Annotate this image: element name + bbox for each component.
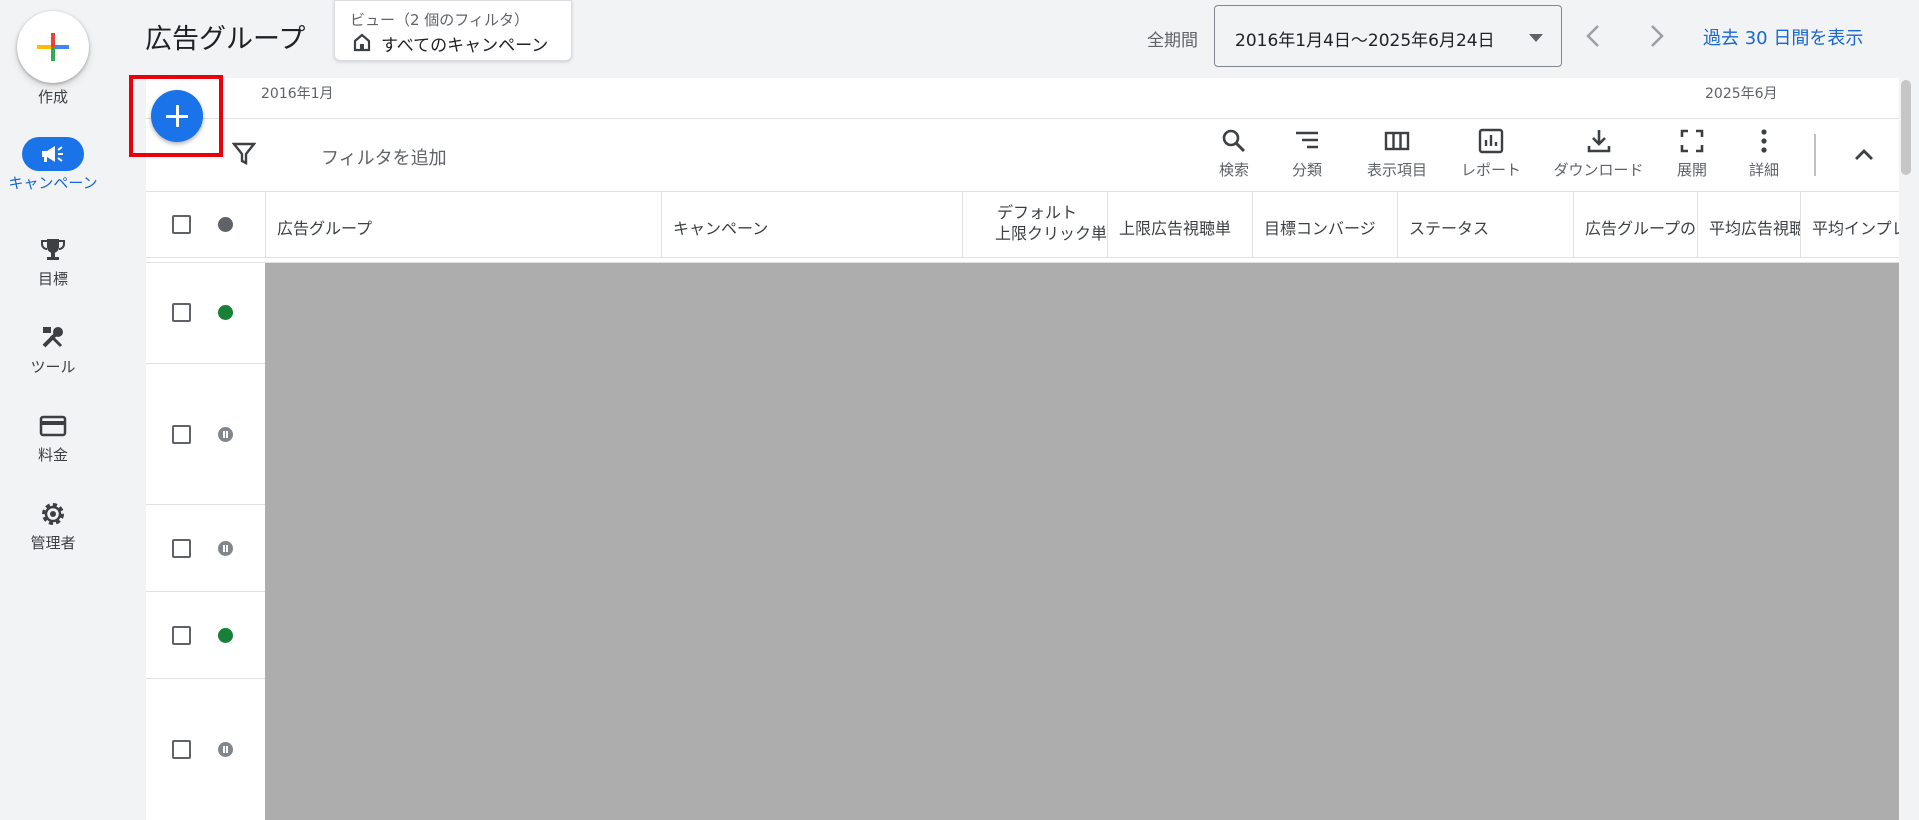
home-icon — [353, 33, 371, 52]
status-paused-icon — [218, 742, 233, 757]
view-selector[interactable]: ビュー（2 個のフィルタ） すべてのキャンペーン — [334, 0, 572, 61]
left-nav: 作成 キャンペーン 目標 ツール 料金 管理者 — [0, 0, 106, 820]
report-tool-label: レポート — [1460, 161, 1521, 179]
filter-icon[interactable] — [232, 141, 256, 167]
status-paused-icon — [218, 541, 233, 556]
table-row[interactable] — [146, 364, 265, 505]
page-title: 広告グループ — [145, 24, 306, 55]
row-checkbox[interactable] — [172, 740, 191, 759]
segment-tool-label: 分類 — [1291, 161, 1322, 179]
timeline-bar: 2016年1月 2025年6月 — [146, 78, 1899, 119]
gear-icon — [42, 503, 64, 525]
nav-item-goals[interactable]: 目標 — [0, 236, 106, 289]
nav-item-admin[interactable]: 管理者 — [0, 500, 106, 553]
segment-tool[interactable]: 分類 — [1277, 127, 1337, 180]
row-checkbox[interactable] — [172, 539, 191, 558]
plus-color-icon — [37, 33, 69, 61]
toolbar-divider — [1814, 134, 1816, 176]
more-tool-label: 詳細 — [1748, 161, 1779, 179]
col-ad-group-type[interactable]: 広告グループの — [1573, 192, 1697, 258]
col-avg-impressions[interactable]: 平均インプレ — [1800, 192, 1899, 258]
chevron-left-icon[interactable] — [1582, 23, 1606, 49]
col-ad-group[interactable]: 広告グループ — [265, 192, 661, 258]
create-label: 作成 — [37, 88, 68, 106]
segment-icon — [1296, 131, 1318, 149]
col-status[interactable]: ステータス — [1397, 192, 1573, 258]
report-icon — [1478, 128, 1504, 154]
nav-label-billing: 料金 — [37, 446, 68, 464]
columns-tool-label: 表示項目 — [1366, 161, 1427, 179]
nav-label-campaigns: キャンペーン — [8, 174, 98, 192]
date-range-value: 2016年1月4日〜2025年6月24日 — [1235, 31, 1495, 51]
timeline-end: 2025年6月 — [1705, 86, 1778, 102]
vertical-scrollbar[interactable] — [1901, 80, 1911, 175]
columns-tool[interactable]: 表示項目 — [1347, 127, 1447, 180]
add-filter-button[interactable]: フィルタを追加 — [321, 144, 447, 170]
download-icon — [1587, 130, 1610, 153]
view-value: すべてのキャンペーン — [381, 36, 549, 56]
nav-label-goals: 目標 — [37, 270, 68, 288]
download-tool-label: ダウンロード — [1553, 161, 1644, 179]
credit-card-icon — [39, 415, 67, 437]
status-enabled-icon — [218, 305, 233, 320]
table-row[interactable] — [146, 263, 265, 364]
download-tool[interactable]: ダウンロード — [1541, 127, 1656, 180]
nav-item-billing[interactable]: 料金 — [0, 412, 106, 465]
col-target-conversion[interactable]: 目標コンバージ — [1252, 192, 1397, 258]
date-range-label: 全期間 — [1147, 31, 1198, 51]
row-checkbox[interactable] — [172, 425, 191, 444]
status-header-icon — [218, 217, 233, 232]
view-caption: ビュー（2 個のフィルタ） — [350, 11, 530, 29]
expand-tool[interactable]: 展開 — [1664, 127, 1720, 180]
select-all-checkbox[interactable] — [172, 215, 191, 234]
col-max-cpv[interactable]: 上限広告視聴単 — [1107, 192, 1252, 258]
status-enabled-icon — [218, 628, 233, 643]
table-header: 広告グループ キャンペーン デフォルト 上限クリック単 上限広告視聴単 目標コン… — [146, 192, 1899, 258]
search-tool-label: 検索 — [1218, 161, 1249, 179]
table-row[interactable] — [146, 505, 265, 592]
chevron-down-icon — [1529, 34, 1543, 42]
redacted-table-content — [265, 263, 1899, 820]
report-tool[interactable]: レポート — [1451, 127, 1531, 180]
more-vert-icon — [1761, 129, 1767, 153]
trophy-icon — [41, 239, 65, 260]
row-checkbox[interactable] — [172, 303, 191, 322]
table-card: 2016年1月 2025年6月 フィルタを追加 検索 分類 表示項目 レポート … — [146, 78, 1899, 820]
collapse-chevron-icon[interactable] — [1851, 142, 1877, 168]
show-last-30-days-link[interactable]: 過去 30 日間を表示 — [1703, 24, 1863, 50]
highlight-box — [129, 75, 223, 157]
table-row[interactable] — [146, 592, 265, 679]
expand-icon — [1680, 129, 1704, 153]
chevron-right-icon[interactable] — [1644, 23, 1668, 49]
nav-label-tools: ツール — [30, 358, 76, 376]
megaphone-icon — [42, 146, 63, 162]
status-paused-icon — [218, 427, 233, 442]
more-tool[interactable]: 詳細 — [1736, 127, 1792, 180]
search-tool[interactable]: 検索 — [1204, 127, 1264, 180]
nav-item-tools[interactable]: ツール — [0, 324, 106, 377]
date-range-picker[interactable]: 2016年1月4日〜2025年6月24日 — [1214, 5, 1562, 67]
create-button[interactable] — [17, 11, 89, 83]
row-checkbox[interactable] — [172, 626, 191, 645]
timeline-start: 2016年1月 — [261, 86, 334, 102]
col-default-max-cpc[interactable]: デフォルト 上限クリック単 — [962, 192, 1107, 258]
col-campaign[interactable]: キャンペーン — [661, 192, 962, 258]
col-avg-cpv[interactable]: 平均広告視聴 — [1697, 192, 1800, 258]
nav-label-admin: 管理者 — [30, 534, 76, 552]
expand-tool-label: 展開 — [1676, 161, 1707, 179]
table-toolbar: フィルタを追加 検索 分類 表示項目 レポート ダウンロード 展開 詳細 — [146, 119, 1899, 192]
nav-item-campaigns[interactable]: キャンペーン — [0, 137, 106, 192]
search-icon — [1222, 129, 1246, 153]
table-row[interactable] — [146, 679, 265, 820]
tools-icon — [42, 327, 63, 348]
columns-icon — [1384, 131, 1410, 151]
